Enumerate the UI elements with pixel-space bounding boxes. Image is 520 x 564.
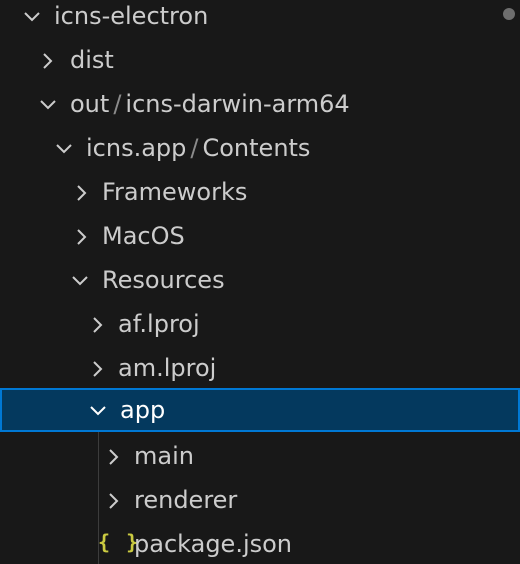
file-explorer-tree: icns-electron dist out / icns-darwin-arm64… (0, 0, 520, 564)
tree-item-label: main (134, 442, 194, 470)
tree-item-dist[interactable]: dist (0, 38, 520, 82)
tree-item-label-suffix[interactable]: icns-darwin-arm64 (125, 90, 349, 118)
modified-indicator-dot (503, 8, 515, 20)
tree-item-label: renderer (134, 486, 238, 514)
chevron-right-icon[interactable] (104, 478, 124, 522)
tree-item-label: Frameworks (102, 178, 248, 206)
tree-item-label: af.lproj (118, 310, 200, 338)
tree-item-am-lproj[interactable]: am.lproj (0, 346, 520, 390)
tree-item-label[interactable]: icns.app (86, 134, 186, 162)
compact-folder-path: icns.app / Contents (86, 132, 310, 164)
tree-item-label: am.lproj (118, 354, 217, 382)
chevron-right-icon[interactable] (88, 302, 108, 346)
tree-item-resources[interactable]: Resources (0, 258, 520, 302)
tree-item-out[interactable]: out / icns-darwin-arm64 (0, 82, 520, 126)
tree-item-icns-app[interactable]: icns.app / Contents (0, 126, 520, 170)
tree-item-frameworks[interactable]: Frameworks (0, 170, 520, 214)
tree-item-label: package.json (134, 530, 293, 558)
compact-folder-path: out / icns-darwin-arm64 (70, 88, 350, 120)
chevron-right-icon[interactable] (72, 214, 92, 258)
tree-item-label-suffix[interactable]: Contents (202, 134, 310, 162)
chevron-down-icon[interactable] (54, 126, 74, 170)
tree-item-label: icns-electron (54, 2, 209, 30)
tree-item-label: MacOS (102, 222, 185, 250)
chevron-right-icon[interactable] (88, 346, 108, 390)
chevron-down-icon[interactable] (70, 258, 90, 302)
chevron-right-icon[interactable] (38, 38, 58, 82)
path-separator: / (113, 90, 122, 118)
tree-item-app[interactable]: app (0, 388, 520, 432)
tree-item-package-json[interactable]: { } package.json (0, 522, 520, 564)
tree-item-label: Resources (102, 266, 225, 294)
tree-item-main[interactable]: main (0, 434, 520, 478)
chevron-down-icon[interactable] (88, 390, 108, 434)
chevron-right-icon[interactable] (72, 170, 92, 214)
chevron-down-icon[interactable] (38, 82, 58, 126)
chevron-down-icon[interactable] (22, 0, 42, 38)
tree-item-af-lproj[interactable]: af.lproj (0, 302, 520, 346)
tree-item-label[interactable]: out (70, 90, 109, 118)
tree-root-icns-electron[interactable]: icns-electron (0, 0, 520, 38)
tree-item-macos[interactable]: MacOS (0, 214, 520, 258)
tree-item-label: app (120, 396, 166, 424)
chevron-right-icon[interactable] (104, 434, 124, 478)
path-separator: / (190, 134, 199, 162)
tree-item-label: dist (70, 46, 114, 74)
tree-item-renderer[interactable]: renderer (0, 478, 520, 522)
